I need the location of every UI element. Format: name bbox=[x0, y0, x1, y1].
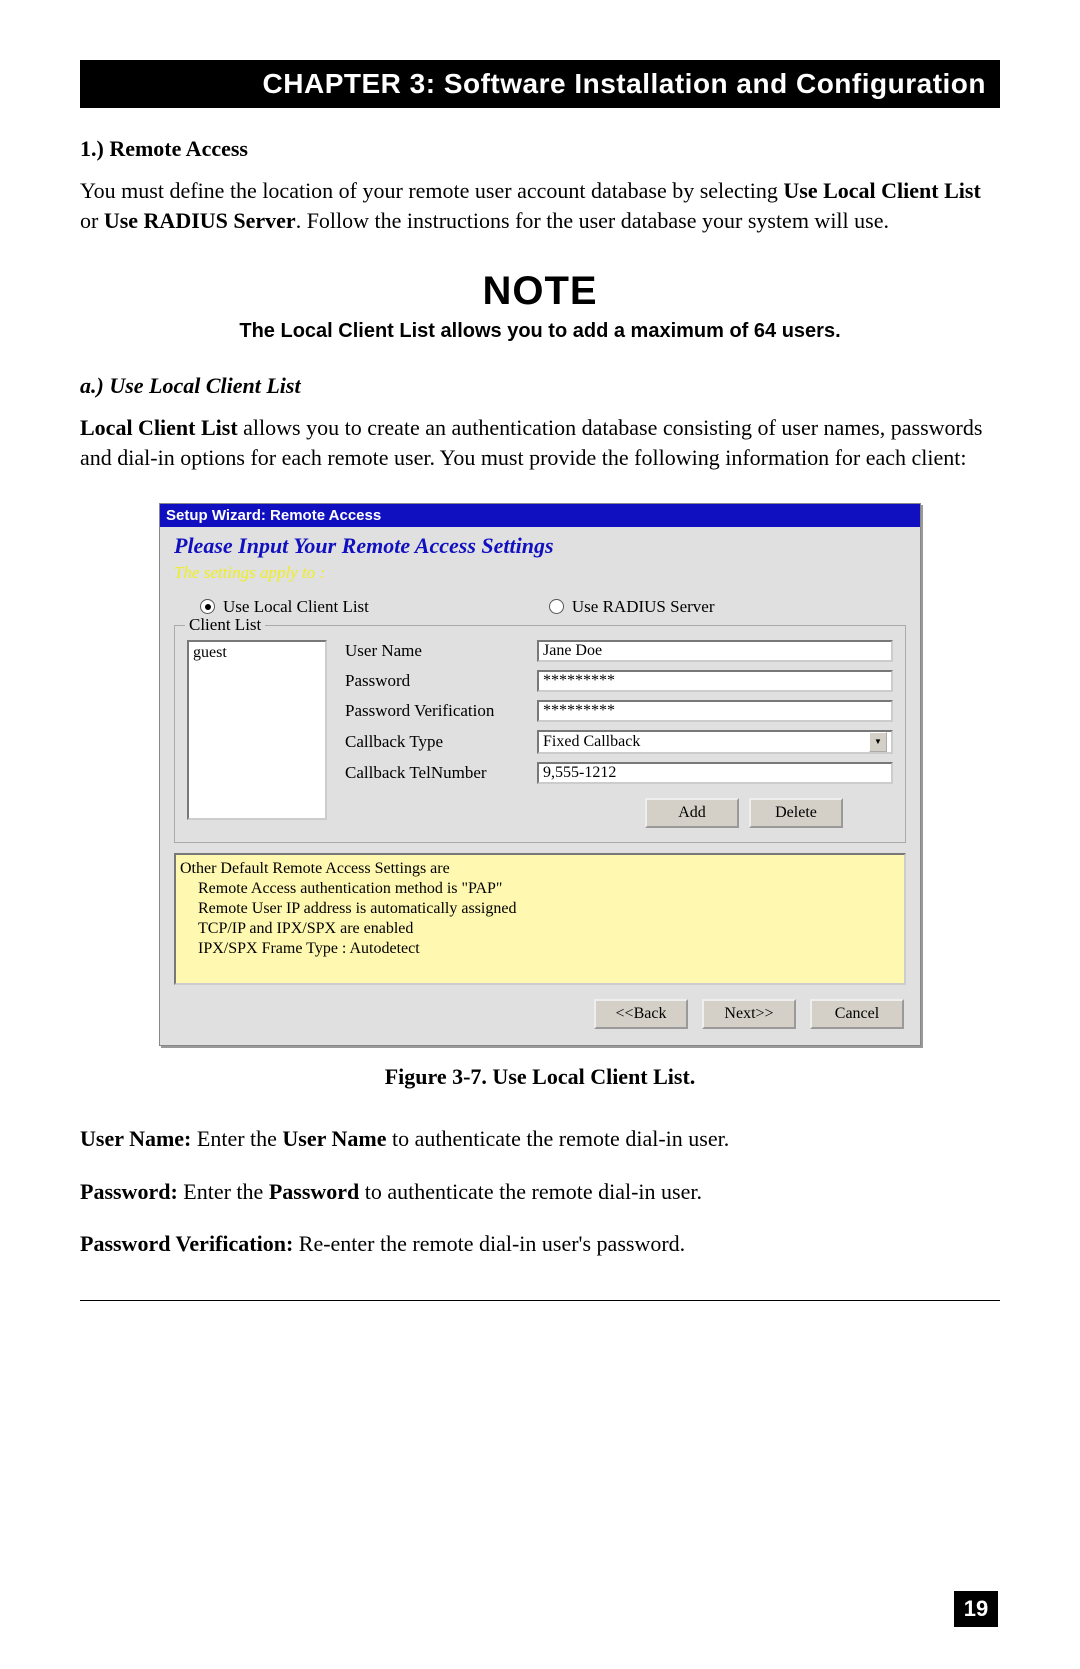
radio-icon bbox=[549, 599, 564, 614]
definition-password-verification: Password Verification: Re-enter the remo… bbox=[80, 1229, 1000, 1260]
wizard-apply-line: The settings apply to : bbox=[160, 561, 920, 593]
input-password[interactable]: ********* bbox=[537, 670, 893, 692]
info-box: Other Default Remote Access Settings are… bbox=[174, 853, 906, 985]
subheading-use-local-client-list: a.) Use Local Client List bbox=[80, 373, 1000, 399]
info-line: TCP/IP and IPX/SPX are enabled bbox=[180, 919, 898, 939]
text: Enter the bbox=[191, 1126, 282, 1151]
wizard-heading: Please Input Your Remote Access Settings bbox=[160, 527, 920, 561]
term: Password: bbox=[80, 1179, 178, 1204]
text: to authenticate the remote dial-in user. bbox=[386, 1126, 729, 1151]
label-callback-type: Callback Type bbox=[345, 732, 525, 752]
chapter-banner: CHAPTER 3: Software Installation and Con… bbox=[80, 60, 1000, 108]
input-password-verification[interactable]: ********* bbox=[537, 700, 893, 722]
label-callback-tel: Callback TelNumber bbox=[345, 763, 525, 783]
text-bold: User Name bbox=[282, 1126, 386, 1151]
text: or bbox=[80, 208, 104, 233]
footer-rule bbox=[80, 1300, 1000, 1301]
page: CHAPTER 3: Software Installation and Con… bbox=[0, 0, 1080, 1669]
term: Password Verification: bbox=[80, 1231, 293, 1256]
next-button[interactable]: Next>> bbox=[702, 999, 796, 1029]
text-bold: Use Local Client List bbox=[783, 178, 980, 203]
input-callback-tel[interactable]: 9,555-1212 bbox=[537, 762, 893, 784]
text: to authenticate the remote dial-in user. bbox=[359, 1179, 702, 1204]
input-username[interactable]: Jane Doe bbox=[537, 640, 893, 662]
note-heading: NOTE bbox=[80, 269, 1000, 314]
cancel-button[interactable]: Cancel bbox=[810, 999, 904, 1029]
label-password-verification: Password Verification bbox=[345, 701, 525, 721]
radio-icon bbox=[200, 599, 215, 614]
paragraph-intro: You must define the location of your rem… bbox=[80, 176, 1000, 235]
client-listbox[interactable]: guest bbox=[187, 640, 327, 820]
label-password: Password bbox=[345, 671, 525, 691]
list-item[interactable]: guest bbox=[193, 644, 321, 662]
add-button[interactable]: Add bbox=[645, 798, 739, 828]
figure-caption: Figure 3-7. Use Local Client List. bbox=[80, 1064, 1000, 1090]
paragraph-local-client-list: Local Client List allows you to create a… bbox=[80, 413, 1000, 472]
radio-label: Use RADIUS Server bbox=[572, 597, 715, 617]
radio-group: Use Local Client List Use RADIUS Server bbox=[160, 593, 920, 625]
term: User Name: bbox=[80, 1126, 191, 1151]
text-bold: Use RADIUS Server bbox=[104, 208, 296, 233]
wizard-titlebar: Setup Wizard: Remote Access bbox=[160, 504, 920, 527]
text-bold: Password bbox=[269, 1179, 359, 1204]
note-text: The Local Client List allows you to add … bbox=[80, 320, 1000, 343]
definition-password: Password: Enter the Password to authenti… bbox=[80, 1177, 1000, 1208]
text: Enter the bbox=[178, 1179, 269, 1204]
info-line: IPX/SPX Frame Type : Autodetect bbox=[180, 939, 898, 959]
radio-use-local-client-list[interactable]: Use Local Client List bbox=[200, 597, 369, 617]
delete-button[interactable]: Delete bbox=[749, 798, 843, 828]
radio-use-radius-server[interactable]: Use RADIUS Server bbox=[549, 597, 715, 617]
section-heading-remote-access: 1.) Remote Access bbox=[80, 136, 1000, 162]
page-number: 19 bbox=[954, 1591, 998, 1627]
text-bold: Local Client List bbox=[80, 415, 238, 440]
back-button[interactable]: <<Back bbox=[594, 999, 688, 1029]
text: Re-enter the remote dial-in user's passw… bbox=[293, 1231, 685, 1256]
info-line: Other Default Remote Access Settings are bbox=[180, 859, 898, 879]
info-line: Remote User IP address is automatically … bbox=[180, 899, 898, 919]
select-callback-type[interactable]: Fixed Callback ▼ bbox=[537, 730, 893, 754]
wizard-nav-buttons: <<Back Next>> Cancel bbox=[160, 999, 920, 1045]
chevron-down-icon[interactable]: ▼ bbox=[869, 732, 887, 752]
fieldset-legend: Client List bbox=[185, 615, 265, 635]
wizard-screenshot: Setup Wizard: Remote Access Please Input… bbox=[159, 503, 921, 1046]
definition-username: User Name: Enter the User Name to authen… bbox=[80, 1124, 1000, 1155]
client-list-fieldset: Client List guest User Name Jane Doe Pas… bbox=[174, 625, 906, 843]
label-username: User Name bbox=[345, 641, 525, 661]
form-rows: User Name Jane Doe Password ********* Pa… bbox=[345, 640, 893, 828]
info-line: Remote Access authentication method is "… bbox=[180, 879, 898, 899]
text: You must define the location of your rem… bbox=[80, 178, 783, 203]
text: . Follow the instructions for the user d… bbox=[296, 208, 889, 233]
radio-label: Use Local Client List bbox=[223, 597, 369, 617]
select-value: Fixed Callback bbox=[543, 733, 640, 751]
